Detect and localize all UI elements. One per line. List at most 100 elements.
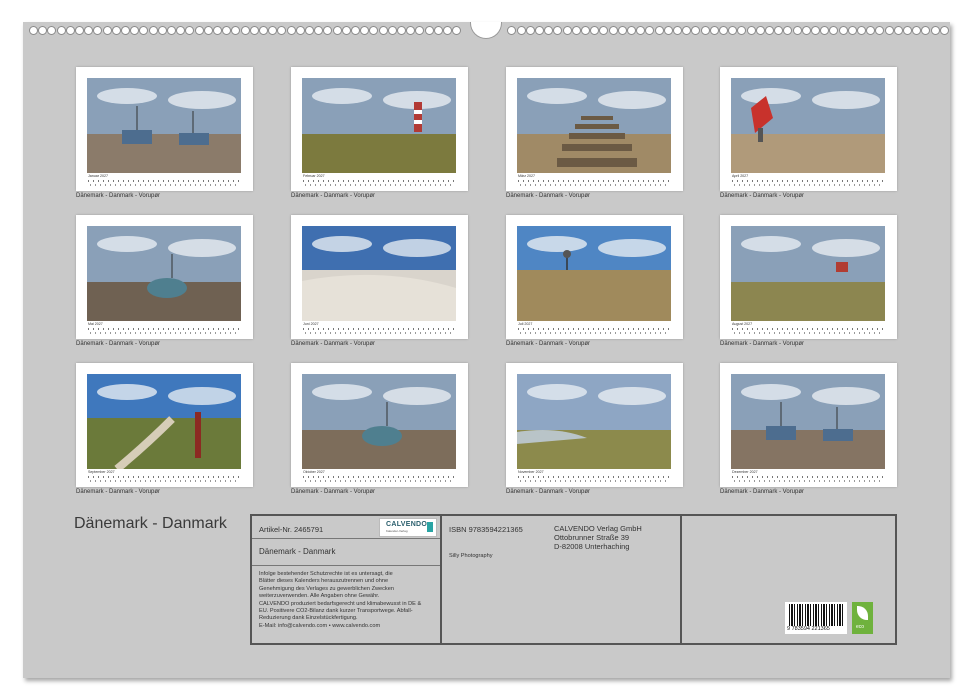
binding-hole [397,26,406,35]
binding-hole [893,26,903,35]
binding-hole [65,26,75,35]
month-label: April 2027 [732,174,749,178]
isbn-barcode: 9 783594 221365 [785,602,847,634]
month-caption: Dänemark - Danmark - Vorupør [76,489,161,495]
binding-hole [654,26,664,35]
month-caption: Dänemark - Danmark - Vorupør [720,193,805,199]
photo-image [87,226,241,321]
photo-image [87,78,241,173]
isbn: ISBN 9783594221365 [449,525,523,534]
month-label: Mai 2027 [88,322,103,326]
month-card: April 2027 [720,67,897,191]
month-photo [87,226,241,321]
legal-line: CALVENDO produziert bedarfsgerecht und k… [259,600,422,607]
binding-hole [121,26,130,35]
info-column-1: Artikel-Nr. 2465791 CALVENDO Kalender-Ve… [252,516,442,643]
month-caption: Dänemark - Danmark - Vorupør [76,193,161,199]
photo-image [517,226,671,321]
month-10: Oktober 2027 Dänemark - Danmark - Vorupør [291,363,468,500]
photo-image [87,374,241,469]
binding-hole [617,26,627,35]
legal-text: Infolge bestehender Schutzrechte ist es … [259,571,421,630]
legal-line: weiterzuverwenden. Alle Angaben ohne Gew… [259,593,380,600]
month-label: Januar 2027 [88,174,108,178]
binding-hole [820,26,830,35]
binding-hole [406,26,416,35]
binding-hole [930,26,940,35]
month-label: September 2027 [88,470,115,474]
binding-hole [38,26,48,35]
binding-hole [259,26,268,35]
day-grid [88,180,240,187]
binding-hole [516,26,526,35]
binding-hole [424,26,434,35]
month-photo [731,226,885,321]
month-photo [731,374,885,469]
binding-hole [111,26,121,35]
binding-hole [553,26,563,35]
binding-hole [912,26,922,35]
photo-image [731,226,885,321]
binding-hole [102,26,112,35]
legal-line: EU. Positivere CO2-Bilanz dank kurzer Tr… [259,608,413,615]
day-grid [732,180,884,187]
month-label: November 2027 [518,470,544,474]
photo-image [302,226,456,321]
calvendo-logo: CALVENDO Kalender-Verlag [379,518,437,537]
binding-hole [176,26,186,35]
calendar-subtitle: Dänemark - Danmark [259,547,336,556]
month-caption: Dänemark - Danmark - Vorupør [506,489,591,495]
binding-hole [599,26,609,35]
binding-hole [903,26,912,35]
month-card: Oktober 2027 [291,363,468,487]
month-card: Juli 2027 [506,215,683,339]
month-card: Dezember 2027 [720,363,897,487]
binding-hole [571,26,581,35]
month-card: Januar 2027 [76,67,253,191]
month-card: Februar 2027 [291,67,468,191]
binding-hole [387,26,397,35]
binding-hole [286,26,296,35]
month-photo [517,374,671,469]
day-grid [88,328,240,335]
binding-hole [636,26,646,35]
binding-hole [728,26,738,35]
binding-hole [765,26,774,35]
binding-hole [811,26,820,35]
month-photo [302,374,456,469]
binding-hole [866,26,876,35]
month-8: August 2027 Dänemark - Danmark - Vorupør [720,215,897,352]
binding-hole [84,26,94,35]
barcode-icon [789,604,843,626]
day-grid [518,180,670,187]
binding-hole [921,26,931,35]
day-grid [732,328,884,335]
binding-hole [139,26,149,35]
month-photo [517,226,671,321]
binding-hole [746,26,756,35]
binding-hole [847,26,857,35]
binding-hole [682,26,692,35]
binding-hole [305,26,314,35]
month-2: Februar 2027 Dänemark - Danmark - Vorupør [291,67,468,204]
binding-hole [829,26,839,35]
month-caption: Dänemark - Danmark - Vorupør [720,489,805,495]
article-number: Artikel-Nr. 2465791 [259,525,324,534]
binding-hole [737,26,747,35]
publisher-line: Ottobrunner Straße 39 [554,533,630,542]
legal-line: Reduzierung dank Einzelstückfertigung. [259,615,358,622]
publisher-address: CALVENDO Verlag GmbH Ottobrunner Straße 3… [554,524,642,551]
legal-line: E-Mail: info@calvendo.com • www.calvendo… [259,622,381,629]
month-label: Oktober 2027 [303,470,325,474]
photo-image [517,374,671,469]
binding-hole [562,26,572,35]
legal-line: Infolge bestehender Schutzrechte ist es … [259,571,393,577]
publisher-line: CALVENDO Verlag GmbH [554,524,642,533]
info-panel: Artikel-Nr. 2465791 CALVENDO Kalender-Ve… [250,514,897,645]
binding-hole [581,26,590,35]
day-grid [303,476,455,483]
binding-hole [719,26,728,35]
month-label: Juni 2027 [303,322,319,326]
binding-hole [544,26,554,35]
author: Silly Photography [449,553,493,559]
